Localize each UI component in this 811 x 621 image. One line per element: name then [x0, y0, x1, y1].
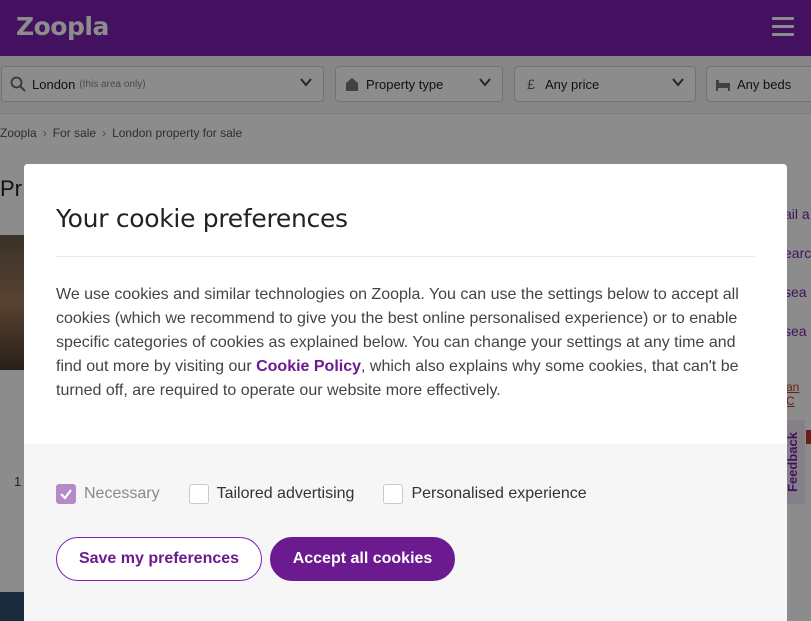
necessary-label: Necessary [84, 485, 160, 502]
cookie-policy-link[interactable]: Cookie Policy [256, 358, 361, 375]
checkmark-icon [60, 489, 72, 500]
necessary-checkbox [56, 484, 76, 504]
cookie-options: Necessary Tailored advertising Personali… [56, 484, 616, 504]
necessary-option: Necessary [56, 484, 160, 504]
modal-description: We use cookies and similar technologies … [56, 283, 756, 403]
save-preferences-button[interactable]: Save my preferences [56, 537, 262, 581]
divider [56, 256, 755, 257]
tailored-advertising-checkbox[interactable] [188, 484, 209, 504]
personalised-experience-label[interactable]: Personalised experience [411, 485, 586, 503]
tailored-advertising-option[interactable]: Tailored advertising [188, 484, 355, 504]
accept-all-cookies-button[interactable]: Accept all cookies [270, 537, 455, 581]
cookie-options-panel: Necessary Tailored advertising Personali… [24, 444, 787, 621]
tailored-advertising-label[interactable]: Tailored advertising [217, 485, 355, 503]
personalised-experience-checkbox[interactable] [383, 484, 404, 504]
personalised-experience-option[interactable]: Personalised experience [383, 484, 587, 504]
modal-content: Your cookie preferences We use cookies a… [24, 164, 787, 444]
modal-title: Your cookie preferences [56, 204, 348, 233]
cookie-preferences-modal: Your cookie preferences We use cookies a… [24, 164, 787, 621]
